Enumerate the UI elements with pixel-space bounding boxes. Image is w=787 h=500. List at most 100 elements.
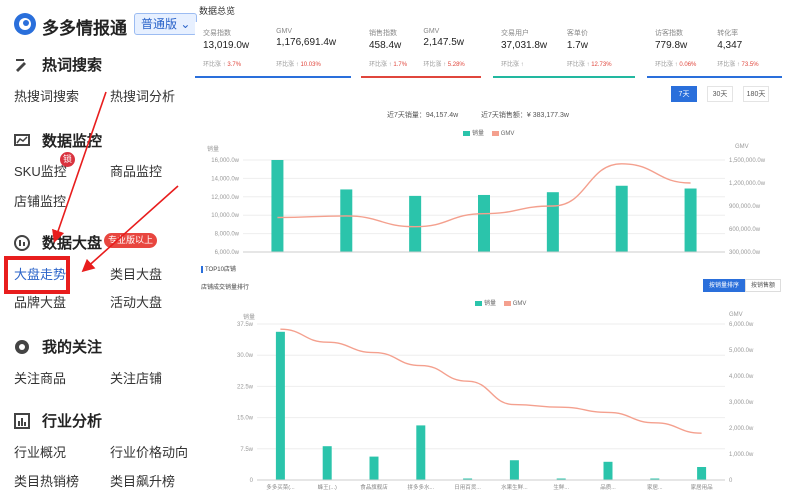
x-tick-label: 多多买菜(... — [266, 483, 295, 491]
bar — [271, 160, 284, 252]
annotation-arrow — [81, 185, 179, 273]
kpi-card: 交易用户 37,031.8w 环比涨 ↑ 客单价 1.7w 环比涨 ↑ 12.73% — [493, 22, 635, 78]
x-tick-label: 蜂王(...) — [318, 483, 337, 491]
kpi-card: 访客指数 779.8w 环比涨 ↑ 0.06% 转化率 4,347 环比涨 ↑ 73.5% — [647, 22, 782, 78]
tab-sort-by-sales[interactable]: 按销量排序 — [703, 279, 746, 292]
top10-indicator — [201, 265, 203, 273]
kpi-value: 4,347 — [717, 40, 743, 51]
y2-tick-label: 4,000.0w — [729, 374, 754, 380]
nav-industry-price[interactable]: 行业价格动向 — [110, 442, 188, 461]
kpi-cell: 销售指数 458.4w — [369, 28, 401, 51]
kpi-cell: 转化率 4,347 — [717, 28, 742, 51]
kpi-ratio-value: 12.73% — [591, 62, 612, 68]
kpi-value: 458.4w — [369, 40, 402, 51]
kpi-ratio: 环比涨 ↑ 5.28% — [423, 62, 465, 68]
nav-category-rising[interactable]: 类目飙升榜 — [110, 471, 175, 490]
chart2-legend: 销量 GMV — [475, 298, 526, 307]
version-dropdown[interactable]: 普通版 ⌄ — [134, 13, 198, 35]
kpi-ratio-value: 5.28% — [447, 62, 465, 68]
kpi-ratio: 环比涨 ↑ 3.7% — [203, 62, 242, 68]
kpi-label: 交易指数 — [203, 30, 231, 37]
legend-line-label: GMV — [500, 131, 515, 137]
kpi-ratio-label: 环比涨 — [369, 62, 388, 68]
chevron-down-icon: ⌄ — [180, 17, 191, 31]
bar — [684, 188, 697, 252]
range-7d-button[interactable]: 7天 — [671, 86, 697, 102]
nav-follow-shop[interactable]: 关注店铺 — [110, 368, 162, 387]
nav-industry-overview[interactable]: 行业概况 — [14, 442, 66, 461]
y-tick-label: 14,000.0w — [211, 176, 239, 182]
logo-icon — [14, 13, 36, 35]
bar — [340, 189, 353, 252]
bar — [697, 467, 707, 480]
y2-tick-label: 6,000.0w — [729, 322, 754, 328]
version-label: 普通版 — [141, 17, 178, 31]
top10-subtitle: 店铺成交销量排行 — [201, 285, 250, 291]
kpi-ratio-value: 0.06% — [679, 62, 697, 68]
y-tick-label: 6,000.0w — [215, 250, 240, 256]
y-tick-label: 30.0w — [237, 353, 254, 359]
search-edit-icon — [16, 59, 26, 72]
market-icon — [14, 235, 30, 251]
sidebar: 多多情报通 普通版 ⌄ 热词搜索 热搜词搜索 热搜词分析 数据监控 SKU监控 … — [0, 0, 198, 500]
kpi-label: 客单价 — [566, 30, 588, 37]
y2-tick-label: 900,000.0w — [729, 204, 761, 210]
kpi-value: 2,147.5w — [423, 37, 464, 48]
kpi-ratio-label: 环比涨 — [501, 62, 520, 68]
range-30d-button[interactable]: 30天 — [707, 86, 733, 102]
y-tick-label: 0 — [250, 478, 254, 484]
lock-badge: 锁 — [60, 152, 75, 167]
legend-bar-label: 销量 — [472, 131, 485, 137]
y-tick-label: 10,000.0w — [211, 213, 239, 219]
nav-category-hot[interactable]: 类目热销榜 — [14, 471, 79, 490]
kpi-label: 交易用户 — [501, 30, 529, 37]
y-tick-label: 7.5w — [240, 447, 253, 453]
kpi-cell: 交易指数 13,019.0w — [203, 28, 249, 51]
trend-chart: 16,000.0w 14,000.0w 12,000.0w 10,000.0w 8,00… — [211, 158, 765, 256]
nav-sku-monitor[interactable]: SKU监控 — [14, 161, 67, 180]
top10-title-text: TOP10店铺 — [205, 267, 236, 273]
kpi-ratio: 环比涨 ↑ 12.73% — [566, 62, 612, 68]
kpi-value: 37,031.8w — [501, 40, 548, 51]
chart1-legend: 销量 GMV — [463, 128, 514, 137]
y2-tick-label: 2,000.0w — [729, 426, 754, 432]
range-180d-button[interactable]: 180天 — [743, 86, 769, 102]
bar — [509, 460, 519, 480]
y2-tick-label: 5,000.0w — [729, 348, 754, 354]
kpi-ratio-label: 环比涨 — [276, 62, 295, 68]
bar — [416, 425, 426, 480]
nav-hotword-search[interactable]: 热搜词搜索 — [14, 86, 79, 105]
y-tick-label: 8,000.0w — [215, 232, 240, 238]
nav-product-monitor[interactable]: 商品监控 — [110, 161, 162, 180]
monitor-chart-icon — [14, 134, 30, 146]
y-tick-label: 37.5w — [237, 322, 254, 328]
x-tick-label: 品质... — [600, 483, 616, 491]
kpi-ratio-label: 环比涨 — [655, 62, 674, 68]
kpi-ratio-label: 环比涨 — [203, 62, 222, 68]
nav-shop-monitor[interactable]: 店铺监控 — [14, 191, 66, 210]
x-tick-label: 日用百货... — [454, 483, 481, 491]
legend-line-swatch — [491, 130, 499, 136]
legend2-bar-label: 销量 — [484, 301, 497, 307]
main-content: 数据总览 交易指数 13,019.0w 环比涨 ↑ 3.7% GMV 1,176,691… — [195, 0, 787, 500]
top10-chart: 37.5w 30.0w 22.5w 15.0w 7.5w 0 6,000.0w 5,000.0… — [237, 322, 754, 491]
legend2-line-label: GMV — [512, 301, 527, 307]
nav-hotword-analysis[interactable]: 热搜词分析 — [110, 86, 175, 105]
kpi-ratio: 环比涨 ↑ 73.5% — [717, 62, 759, 68]
nav-brand-market[interactable]: 品牌大盘 — [14, 292, 66, 311]
x-tick-label: 拼多多水... — [408, 483, 435, 491]
kpi-ratio-value: 1.7% — [393, 62, 408, 68]
bar — [615, 185, 628, 252]
y-tick-label: 12,000.0w — [211, 195, 239, 201]
y-tick-label: 15.0w — [237, 416, 254, 422]
summary-gmv: 近7天销售额：¥ 383,177.3w — [481, 112, 569, 119]
legend2-line-swatch — [503, 300, 511, 306]
kpi-label: 销售指数 — [369, 30, 397, 37]
nav-follow-product[interactable]: 关注商品 — [14, 368, 66, 387]
industry-chart-icon — [14, 413, 30, 429]
tab-sort-by-gmv[interactable]: 按销售额 — [745, 279, 782, 292]
x-tick-label: 家居用品 — [691, 483, 714, 491]
nav-activity-market[interactable]: 活动大盘 — [110, 292, 162, 311]
nav-category-market[interactable]: 类目大盘 — [110, 264, 162, 283]
brand-name: 多多情报通 — [42, 19, 127, 38]
